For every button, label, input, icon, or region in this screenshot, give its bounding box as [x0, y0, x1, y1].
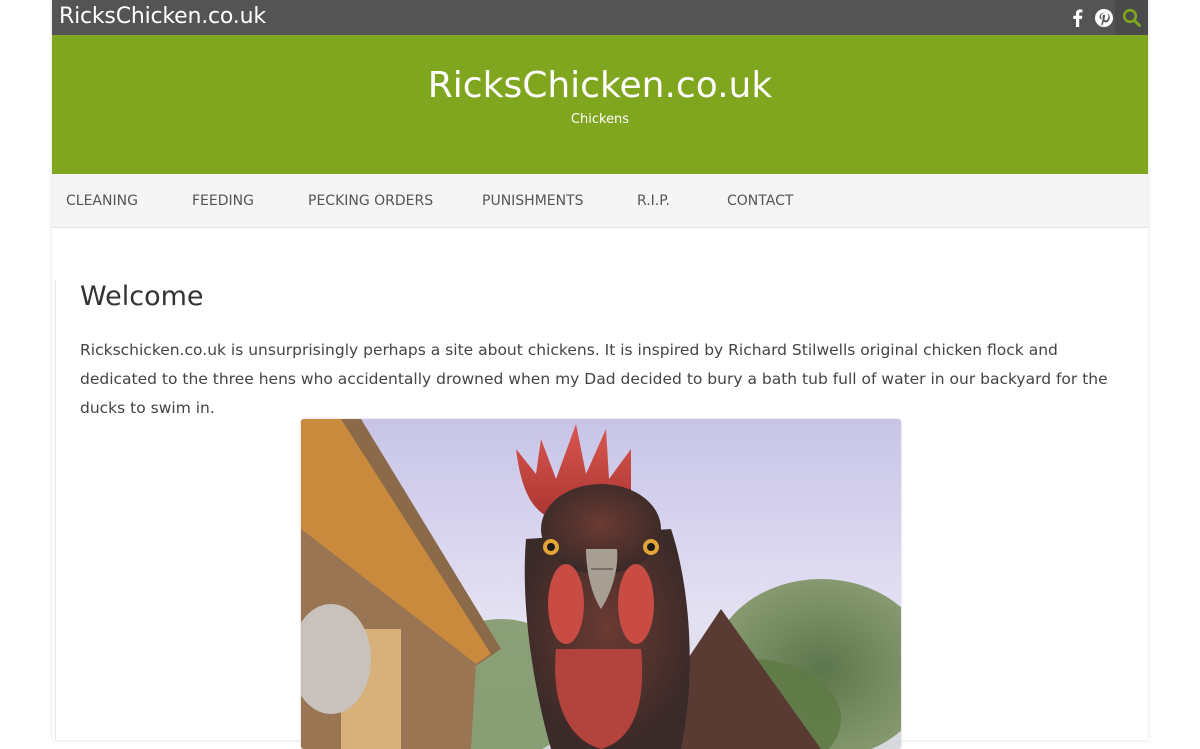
- top-bar: RicksChicken.co.uk: [52, 0, 1148, 35]
- social-links: [1068, 0, 1114, 35]
- main-content: Welcome Rickschicken.co.uk is unsurprisi…: [55, 280, 1146, 749]
- site-header: RicksChicken.co.uk Chickens: [52, 35, 1148, 174]
- search-button[interactable]: [1115, 0, 1148, 35]
- site-tagline: Chickens: [570, 112, 630, 127]
- nav-item-cleaning[interactable]: CLEANING: [66, 192, 138, 210]
- nav-item-punishments[interactable]: PUNISHMENTS: [482, 192, 584, 210]
- intro-paragraph: Rickschicken.co.uk is unsurprisingly per…: [80, 341, 1108, 417]
- main-navigation: CLEANING FEEDING PECKING ORDERS PUNISHME…: [52, 174, 1148, 228]
- page-container: RicksChicken.co.uk RicksChicken.co.uk Ch…: [52, 0, 1148, 749]
- page-title: Welcome: [80, 281, 204, 312]
- site-title[interactable]: RicksChicken.co.uk: [52, 64, 1148, 108]
- nav-item-feeding[interactable]: FEEDING: [192, 192, 254, 210]
- search-icon: [1122, 8, 1141, 27]
- nav-item-contact[interactable]: CONTACT: [727, 192, 793, 210]
- chicken-photo: [301, 419, 901, 749]
- nav-item-pecking-orders[interactable]: PECKING ORDERS: [308, 192, 433, 210]
- topbar-site-link[interactable]: RicksChicken.co.uk: [59, 4, 266, 30]
- pinterest-icon[interactable]: [1094, 8, 1114, 28]
- nav-item-rip[interactable]: R.I.P.: [637, 192, 670, 210]
- facebook-icon[interactable]: [1068, 8, 1088, 28]
